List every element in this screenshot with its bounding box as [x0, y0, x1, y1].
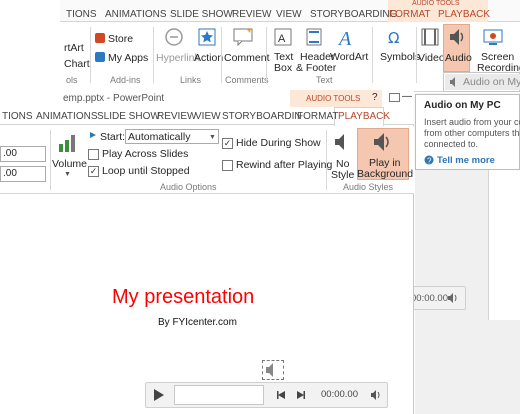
fade-in-spinner[interactable]: .00: [0, 146, 46, 162]
header-footer-icon[interactable]: [305, 28, 323, 46]
tooltip-title: Audio on My PC: [424, 100, 501, 111]
chart-label[interactable]: Chart: [64, 58, 90, 70]
store-icon[interactable]: [95, 33, 105, 43]
right-player-volume-icon[interactable]: [447, 292, 459, 304]
back-tab-0[interactable]: TIONS: [66, 9, 97, 20]
screen-recording-icon[interactable]: [483, 27, 503, 47]
minimize-button[interactable]: —: [402, 91, 412, 103]
back-tab-7[interactable]: PLAYBACK: [438, 9, 490, 20]
action-icon[interactable]: [197, 27, 217, 47]
front-tab-1[interactable]: ANIMATIONS: [36, 111, 97, 122]
audio-on-pc-menu-label[interactable]: Audio on My PC: [463, 76, 520, 88]
audio-styles-group-label: Audio Styles: [343, 182, 394, 192]
fade-out-spinner[interactable]: .00: [0, 166, 46, 182]
smartart-label[interactable]: rtArt: [64, 42, 84, 54]
textbox-label-2[interactable]: Box: [274, 62, 292, 74]
svg-text:A: A: [278, 33, 286, 45]
start-icon: [90, 132, 96, 138]
text-group-label: Text: [316, 75, 333, 85]
tell-me-more-link[interactable]: Tell me more: [437, 155, 495, 167]
action-button[interactable]: Action: [194, 52, 223, 64]
ribbon-display-button[interactable]: [389, 93, 400, 102]
help-button[interactable]: ?: [372, 92, 378, 104]
front-tab-6[interactable]: FORMAT: [297, 111, 338, 122]
front-tab-4[interactable]: VIEW: [195, 111, 221, 122]
start-label: Start:: [100, 131, 126, 143]
store-button[interactable]: Store: [108, 33, 133, 45]
front-tab-2[interactable]: SLIDE SHOW: [97, 111, 160, 122]
myapps-icon[interactable]: [95, 52, 105, 62]
front-context-tools-label: AUDIO TOOLS: [306, 94, 361, 103]
play-across-label[interactable]: Play Across Slides: [102, 148, 188, 160]
audio-on-pc-menu-icon: [450, 77, 455, 87]
loop-checkbox[interactable]: ✓: [88, 166, 99, 177]
skip-back-icon[interactable]: [276, 390, 286, 400]
symbols-button[interactable]: Symbols: [380, 51, 420, 63]
header-label-2[interactable]: & Footer: [296, 62, 336, 74]
wordart-icon[interactable]: A: [337, 26, 357, 48]
front-tab-0[interactable]: TIONS: [2, 111, 33, 122]
play-icon[interactable]: [153, 388, 165, 402]
comment-icon[interactable]: [233, 28, 253, 46]
back-tab-6[interactable]: FORMAT: [389, 9, 430, 20]
left-group-label: ols: [66, 75, 78, 85]
svg-text:?: ?: [427, 157, 432, 166]
back-tab-2[interactable]: SLIDE SHOW: [170, 9, 233, 20]
no-style-label-2[interactable]: Style: [331, 169, 354, 181]
right-player-time: 00:00.00: [411, 293, 448, 304]
help-icon[interactable]: ?: [424, 155, 434, 165]
play-in-background-icon: [374, 133, 389, 151]
back-tab-4[interactable]: VIEW: [276, 9, 302, 20]
volume-icon[interactable]: [57, 132, 79, 154]
video-icon[interactable]: [421, 27, 439, 47]
play-bg-label-2[interactable]: Background: [357, 168, 413, 180]
volume-dropdown-arrow[interactable]: ▼: [64, 169, 71, 181]
hyperlink-icon[interactable]: [164, 27, 184, 47]
player-time: 00:00.00: [321, 389, 358, 400]
comment-button[interactable]: Comment: [224, 52, 270, 64]
rewind-checkbox[interactable]: [222, 160, 233, 171]
back-tab-3[interactable]: REVIEW: [232, 9, 271, 20]
hide-checkbox[interactable]: ✓: [222, 138, 233, 149]
fade-out-value: .00: [3, 168, 17, 179]
hide-label[interactable]: Hide During Show: [236, 137, 321, 149]
seek-bar[interactable]: [174, 385, 264, 405]
links-group-label: Links: [180, 75, 202, 85]
audio-options-group-label: Audio Options: [160, 182, 217, 192]
audio-object-icon: [266, 363, 273, 377]
tooltip-line-3: connected to.: [424, 139, 479, 149]
video-button[interactable]: Video: [418, 52, 445, 64]
player-volume-icon[interactable]: [370, 389, 382, 401]
slide-title[interactable]: My presentation: [112, 286, 254, 309]
skip-forward-icon[interactable]: [296, 390, 306, 400]
start-value: Automatically: [128, 131, 191, 143]
comments-group-label: Comments: [225, 75, 269, 85]
svg-text:Ω: Ω: [388, 29, 399, 46]
audio-icon[interactable]: [448, 27, 466, 47]
front-tab-3[interactable]: REVIEW: [157, 111, 196, 122]
back-tab-5[interactable]: STORYBOARDING: [310, 9, 397, 20]
loop-label[interactable]: Loop until Stopped: [102, 165, 190, 177]
play-across-checkbox[interactable]: [88, 149, 99, 160]
slide-subtitle[interactable]: By FYIcenter.com: [158, 317, 237, 328]
front-tab-5[interactable]: STORYBOARDIN: [222, 111, 302, 122]
front-tab-7[interactable]: PLAYBACK: [338, 111, 390, 122]
front-window-title: emp.pptx - PowerPoint: [63, 93, 165, 104]
no-style-icon[interactable]: [333, 132, 351, 152]
symbols-icon[interactable]: Ω: [386, 28, 404, 46]
audio-button[interactable]: Audio: [445, 52, 472, 64]
addins-group-label: Add-ins: [110, 75, 141, 85]
back-context-tools-label: AUDIO TOOLS: [412, 0, 460, 7]
back-tab-1[interactable]: ANIMATIONS: [105, 9, 166, 20]
rewind-label[interactable]: Rewind after Playing: [236, 159, 332, 171]
start-dropdown-arrow[interactable]: ▼: [209, 132, 216, 144]
back-slide: [488, 170, 520, 320]
myapps-button[interactable]: My Apps: [108, 52, 148, 64]
fade-in-value: .00: [3, 148, 17, 159]
svg-text:A: A: [337, 28, 352, 48]
wordart-button[interactable]: WordArt: [330, 51, 368, 63]
textbox-icon[interactable]: A: [274, 28, 292, 46]
